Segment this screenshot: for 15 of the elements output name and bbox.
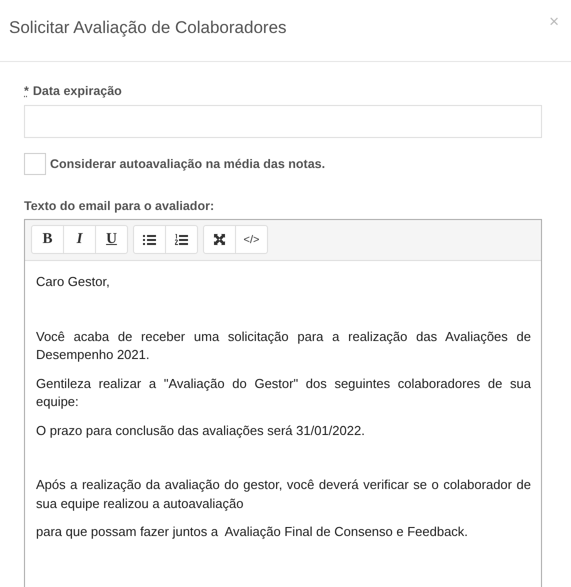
email-paragraph: O prazo para conclusão das avaliações será 31/01/2022.: [36, 422, 366, 440]
email-paragraph: Gentileza realizar a "Avaliação do Gestor" dos seguintes colaboradores de sua equipe:: [36, 374, 531, 411]
checkbox-label: Considerar autoavaliação na média das notas.: [50, 157, 326, 171]
italic-button[interactable]: I: [63, 225, 96, 254]
email-paragraph: Você acaba de receber uma solicitação para a realização das Avaliações de Desempenho 2021.: [36, 328, 531, 364]
dialog-title: Solicitar Avaliação de Colaboradores: [9, 18, 287, 38]
underline-button[interactable]: U: [95, 225, 128, 254]
required-mark: *: [24, 84, 29, 98]
field-label: Texto do email para o avaliador:: [24, 199, 214, 213]
email-paragraph: Após a realização da avaliação do gestor, você deverá verificar se o colaborador de sua equipe realizou a autoavaliação: [36, 476, 531, 513]
email-paragraph: para que possam fazer juntos a Avaliação Final de Consenso e Feedback.: [36, 523, 469, 541]
bold-button[interactable]: B: [31, 225, 64, 254]
field-label: Data expiração: [32, 84, 122, 98]
email-paragraph: Caro Gestor,: [36, 273, 111, 291]
code-button[interactable]: </>: [235, 225, 268, 254]
